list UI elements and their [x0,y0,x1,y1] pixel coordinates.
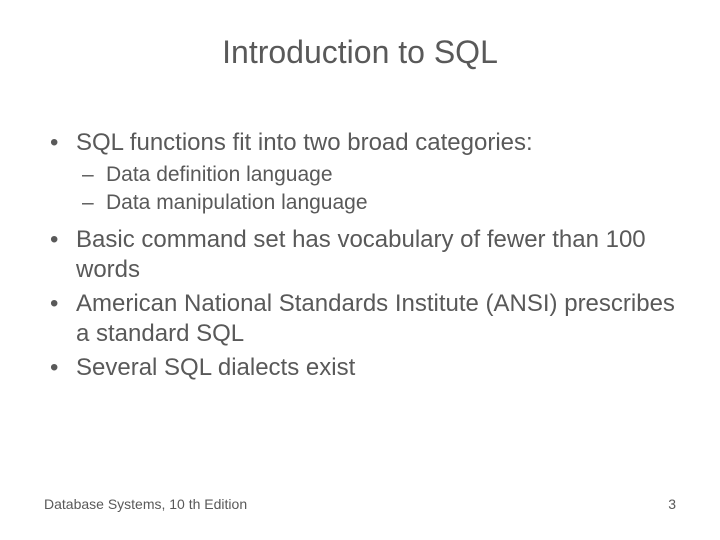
sub-bullet-list: Data definition language Data manipulati… [76,162,676,217]
bullet-item: Several SQL dialects exist [44,353,676,383]
bullet-list: SQL functions fit into two broad categor… [44,128,676,383]
bullet-item: American National Standards Institute (A… [44,289,676,349]
footer-source: Database Systems, 10 th Edition [44,496,247,512]
sub-bullet-text: Data definition language [106,163,333,186]
bullet-item: Basic command set has vocabulary of fewe… [44,225,676,285]
sub-bullet-text: Data manipulation language [106,191,368,214]
bullet-item: SQL functions fit into two broad categor… [44,128,676,217]
sub-bullet-item: Data definition language [76,162,676,188]
bullet-text: Several SQL dialects exist [76,354,355,381]
slide-title: Introduction to SQL [0,34,720,71]
slide: Introduction to SQL SQL functions fit in… [0,0,720,540]
bullet-text: Basic command set has vocabulary of fewe… [76,226,646,283]
page-number: 3 [668,496,676,512]
slide-content: SQL functions fit into two broad categor… [44,128,676,387]
sub-bullet-item: Data manipulation language [76,190,676,216]
bullet-text: SQL functions fit into two broad categor… [76,129,533,156]
bullet-text: American National Standards Institute (A… [76,290,675,347]
